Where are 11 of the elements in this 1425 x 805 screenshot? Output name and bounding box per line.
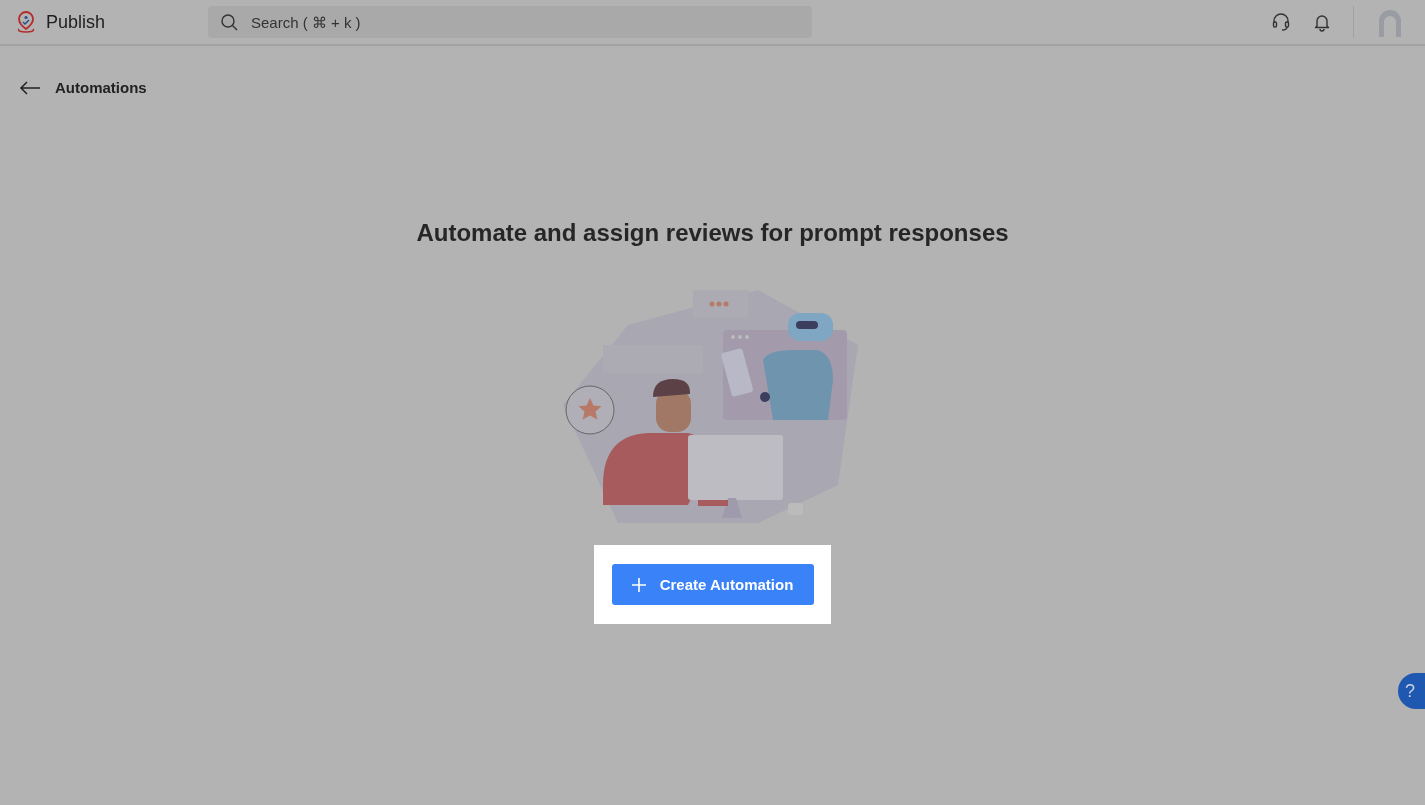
notification-bell-icon[interactable] <box>1312 12 1332 32</box>
back-arrow-icon[interactable] <box>19 79 41 96</box>
location-pin-logo-icon <box>16 10 36 34</box>
page-title: Automations <box>55 79 147 96</box>
help-button[interactable]: ? <box>1398 673 1425 709</box>
plus-icon <box>631 577 646 592</box>
create-automation-button[interactable]: Create Automation <box>611 564 814 605</box>
headset-icon[interactable] <box>1271 12 1291 32</box>
app-name: Publish <box>46 11 106 33</box>
empty-state-heading: Automate and assign reviews for prompt responses <box>416 219 1009 247</box>
search-field[interactable]: Search ( ⌘ + k ) <box>208 6 812 38</box>
